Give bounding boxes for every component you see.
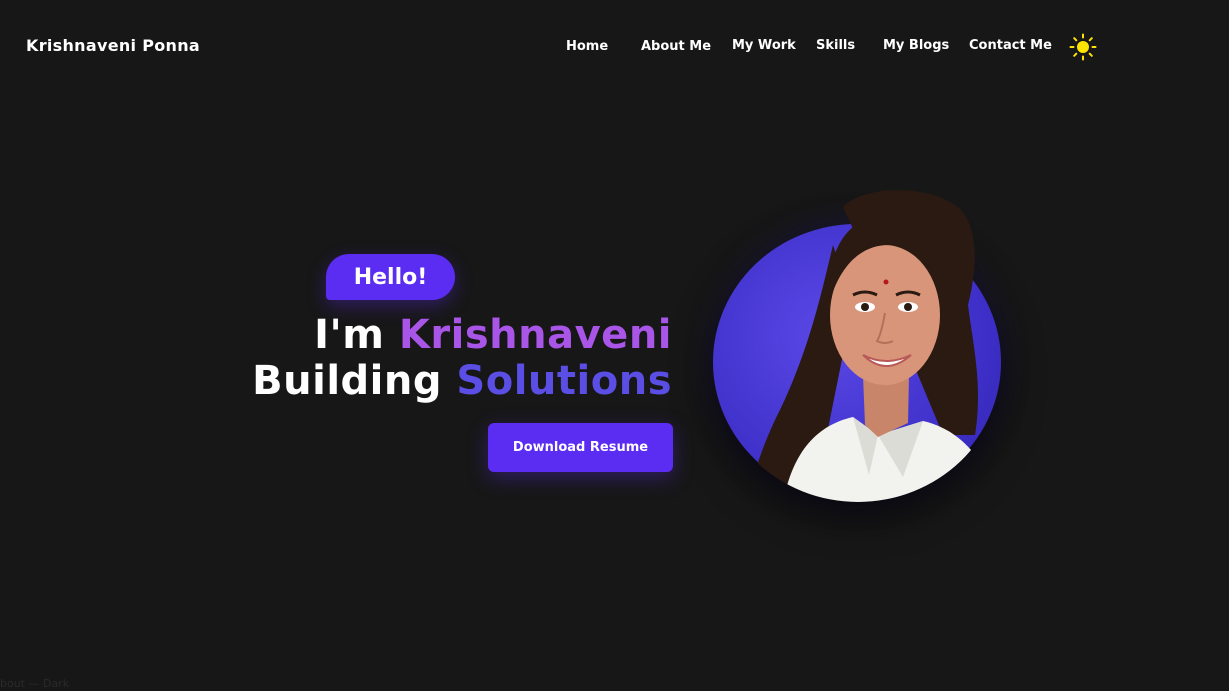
headline-line-2: Building Solutions: [252, 358, 672, 404]
navbar: Krishnaveni Ponna Home About Me My Work …: [0, 0, 1229, 90]
download-resume-button[interactable]: Download Resume: [488, 423, 673, 472]
hero-headline: I'm Krishnaveni Building Solutions: [252, 312, 672, 404]
headline-line-1: I'm Krishnaveni: [252, 312, 672, 358]
sun-icon[interactable]: [1069, 33, 1097, 61]
nav-link-about[interactable]: About Me: [641, 39, 711, 54]
headline-name: Krishnaveni: [398, 312, 672, 358]
nav-link-blogs[interactable]: My Blogs: [883, 38, 949, 53]
greeting-text: Hello!: [353, 264, 428, 290]
headline-building: Building: [252, 358, 442, 404]
brand-logo[interactable]: Krishnaveni Ponna: [26, 36, 200, 55]
portfolio-page: Krishnaveni Ponna Home About Me My Work …: [0, 0, 1229, 691]
nav-link-contact[interactable]: Contact Me: [969, 38, 1052, 53]
headline-im: I'm: [314, 312, 385, 358]
status-text: bout — Dark: [0, 677, 70, 690]
nav-link-work[interactable]: My Work: [732, 38, 796, 53]
download-resume-label: Download Resume: [512, 440, 649, 455]
nav-link-skills[interactable]: Skills: [816, 38, 855, 53]
nav-link-home[interactable]: Home: [566, 39, 608, 54]
greeting-bubble: Hello!: [326, 254, 455, 300]
headline-solutions: Solutions: [456, 358, 672, 404]
profile-photo: [713, 185, 1003, 503]
profile-portrait-image: [748, 190, 1001, 502]
